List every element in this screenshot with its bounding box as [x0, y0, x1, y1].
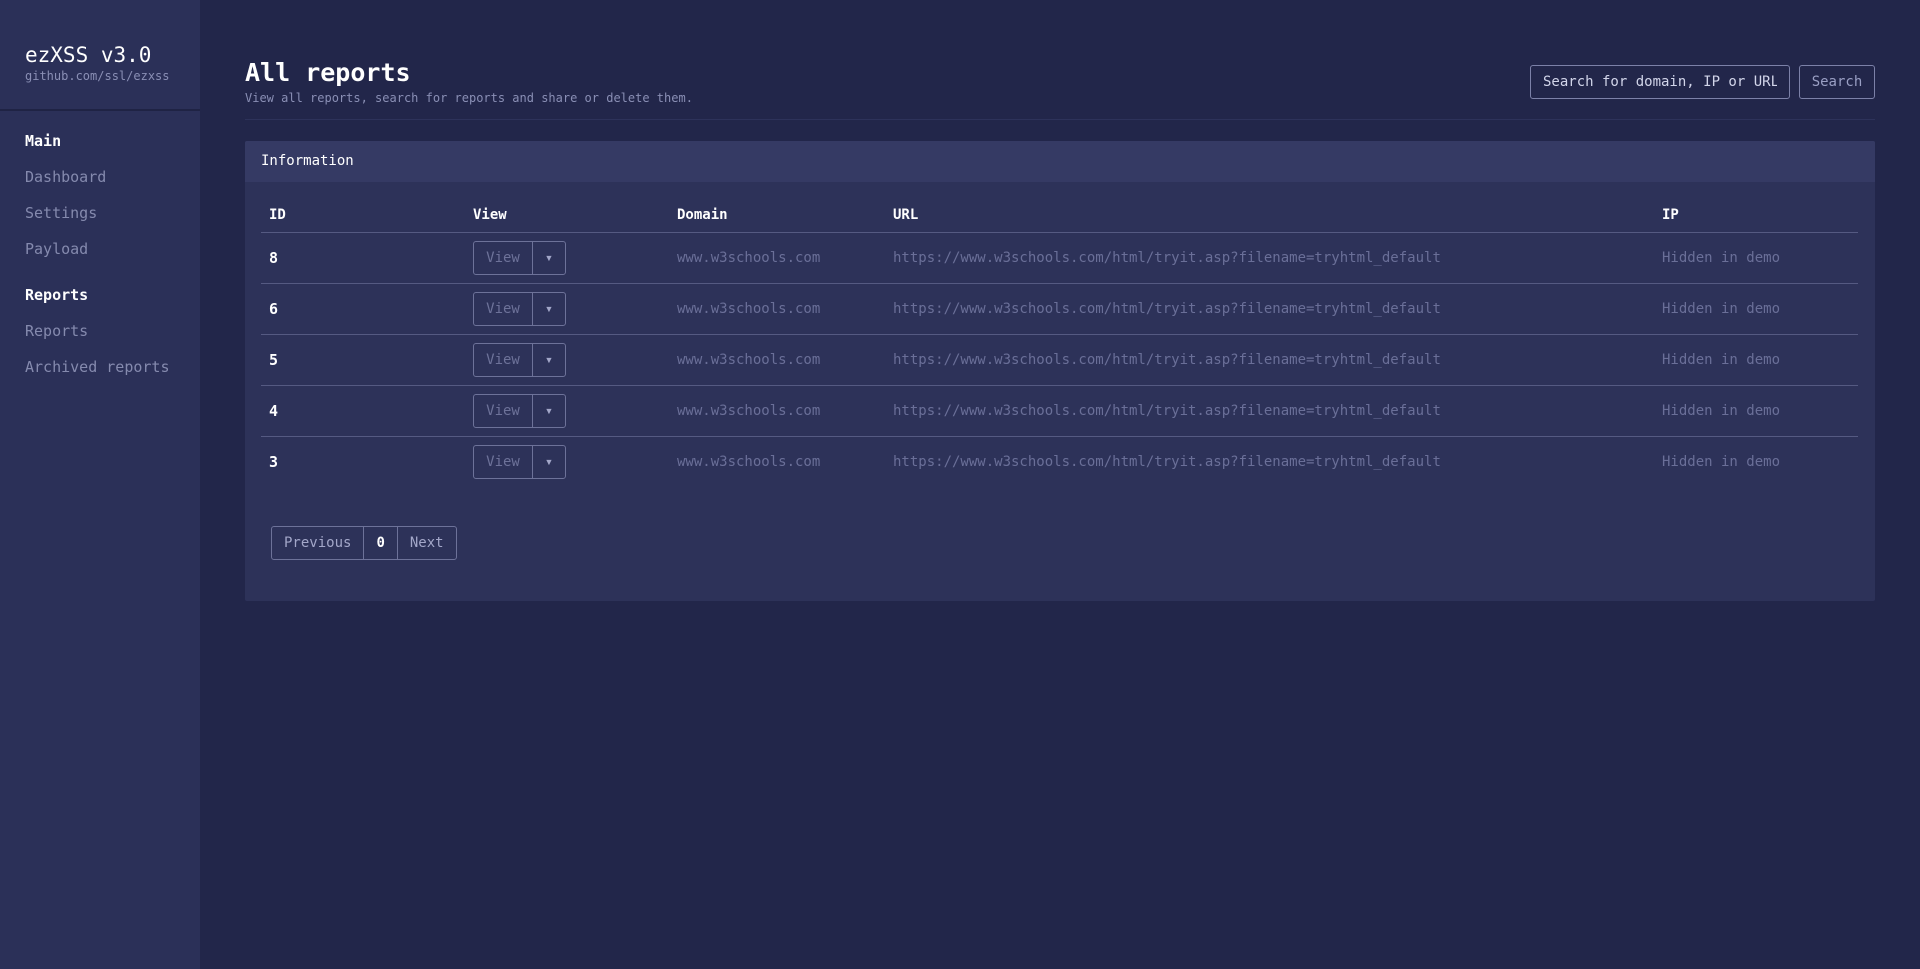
view-button[interactable]: View	[474, 292, 533, 325]
report-ip: Hidden in demo	[1654, 283, 1858, 335]
sidebar-item-archived-reports[interactable]: Archived reports	[0, 358, 170, 376]
report-id: 5	[261, 334, 465, 386]
nav-section-reports: Reports	[25, 286, 89, 304]
view-button-group: View ▼	[473, 393, 566, 428]
report-id: 4	[261, 385, 465, 437]
card-title: Information	[245, 141, 1875, 182]
search-input[interactable]	[1530, 65, 1790, 99]
report-url: https://www.w3schools.com/html/tryit.asp…	[885, 334, 1654, 386]
column-header-domain: Domain	[669, 199, 885, 233]
report-ip: Hidden in demo	[1654, 385, 1858, 437]
view-button[interactable]: View	[474, 445, 533, 478]
report-domain: www.w3schools.com	[669, 385, 885, 437]
caret-down-icon: ▼	[544, 252, 554, 263]
report-domain: www.w3schools.com	[677, 453, 821, 470]
previous-page-button[interactable]: Previous	[272, 527, 363, 559]
reports-table: ID View Domain URL IP 8 View ▼ www.w3sch…	[261, 199, 1858, 487]
pagination: Previous 0 Next	[271, 526, 457, 560]
sidebar-item-payload[interactable]: Payload	[0, 240, 88, 258]
table-row: 3 View ▼ www.w3schools.com https://www.w…	[261, 436, 1858, 487]
page-title: All reports	[245, 58, 411, 87]
sidebar-item-settings[interactable]: Settings	[0, 204, 97, 222]
view-dropdown-toggle[interactable]: ▼	[533, 344, 565, 376]
table-row: 5 View ▼ www.w3schools.com https://www.w…	[261, 334, 1858, 386]
report-url: https://www.w3schools.com/html/tryit.asp…	[885, 385, 1654, 437]
brand-title[interactable]: ezXSS v3.0	[25, 42, 175, 68]
view-cell: View ▼	[465, 334, 669, 386]
brand: ezXSS v3.0 github.com/ssl/ezxss	[0, 0, 200, 111]
brand-subtitle[interactable]: github.com/ssl/ezxss	[25, 68, 175, 84]
report-domain: www.w3schools.com	[669, 283, 885, 335]
column-header-id: ID	[261, 199, 465, 233]
column-header-ip: IP	[1654, 199, 1858, 233]
view-button-group: View ▼	[473, 291, 566, 326]
table-row: 6 View ▼ www.w3schools.com https://www.w…	[261, 283, 1858, 335]
sidebar-item-dashboard[interactable]: Dashboard	[0, 168, 106, 186]
view-dropdown-toggle[interactable]: ▼	[533, 242, 565, 274]
report-id: 6	[261, 283, 465, 335]
report-domain: www.w3schools.com	[669, 232, 885, 284]
caret-down-icon: ▼	[544, 303, 554, 314]
current-page-button[interactable]: 0	[363, 527, 396, 559]
view-button-group: View ▼	[473, 240, 566, 275]
reports-card: Information ID View Domain URL IP 8 View…	[245, 141, 1875, 601]
view-button-group: View ▼	[473, 342, 566, 377]
page-description: View all reports, search for reports and…	[245, 91, 693, 105]
view-dropdown-toggle[interactable]: ▼	[533, 446, 565, 478]
caret-down-icon: ▼	[544, 405, 554, 416]
column-header-view: View	[465, 199, 669, 233]
column-header-url: URL	[885, 199, 1654, 233]
sidebar-item-reports[interactable]: Reports	[0, 322, 88, 340]
view-cell: View ▼	[465, 436, 669, 487]
nav-section-main: Main	[25, 132, 62, 150]
report-url: https://www.w3schools.com/html/tryit.asp…	[893, 453, 1441, 470]
sidebar: ezXSS v3.0 github.com/ssl/ezxss Main Das…	[0, 0, 200, 969]
next-page-button[interactable]: Next	[396, 527, 456, 559]
report-ip: Hidden in demo	[1654, 232, 1858, 284]
table-row: 8 View ▼ www.w3schools.com https://www.w…	[261, 232, 1858, 284]
report-id: 3	[269, 452, 279, 471]
caret-down-icon: ▼	[544, 456, 554, 467]
view-button[interactable]: View	[474, 241, 533, 274]
view-cell: View ▼	[465, 283, 669, 335]
report-url: https://www.w3schools.com/html/tryit.asp…	[885, 283, 1654, 335]
header-divider	[245, 119, 1875, 120]
view-button[interactable]: View	[474, 343, 533, 376]
report-id: 8	[261, 232, 465, 284]
table-header-row: ID View Domain URL IP	[261, 199, 1858, 233]
search-button[interactable]: Search	[1799, 65, 1875, 99]
report-domain: www.w3schools.com	[669, 334, 885, 386]
caret-down-icon: ▼	[544, 354, 554, 365]
view-cell: View ▼	[465, 232, 669, 284]
report-ip: Hidden in demo	[1654, 334, 1858, 386]
table-row: 4 View ▼ www.w3schools.com https://www.w…	[261, 385, 1858, 437]
report-ip: Hidden in demo	[1662, 453, 1781, 470]
view-button-group: View ▼	[473, 444, 566, 479]
view-dropdown-toggle[interactable]: ▼	[533, 293, 565, 325]
view-dropdown-toggle[interactable]: ▼	[533, 395, 565, 427]
view-button[interactable]: View	[474, 394, 533, 427]
report-url: https://www.w3schools.com/html/tryit.asp…	[885, 232, 1654, 284]
view-cell: View ▼	[465, 385, 669, 437]
